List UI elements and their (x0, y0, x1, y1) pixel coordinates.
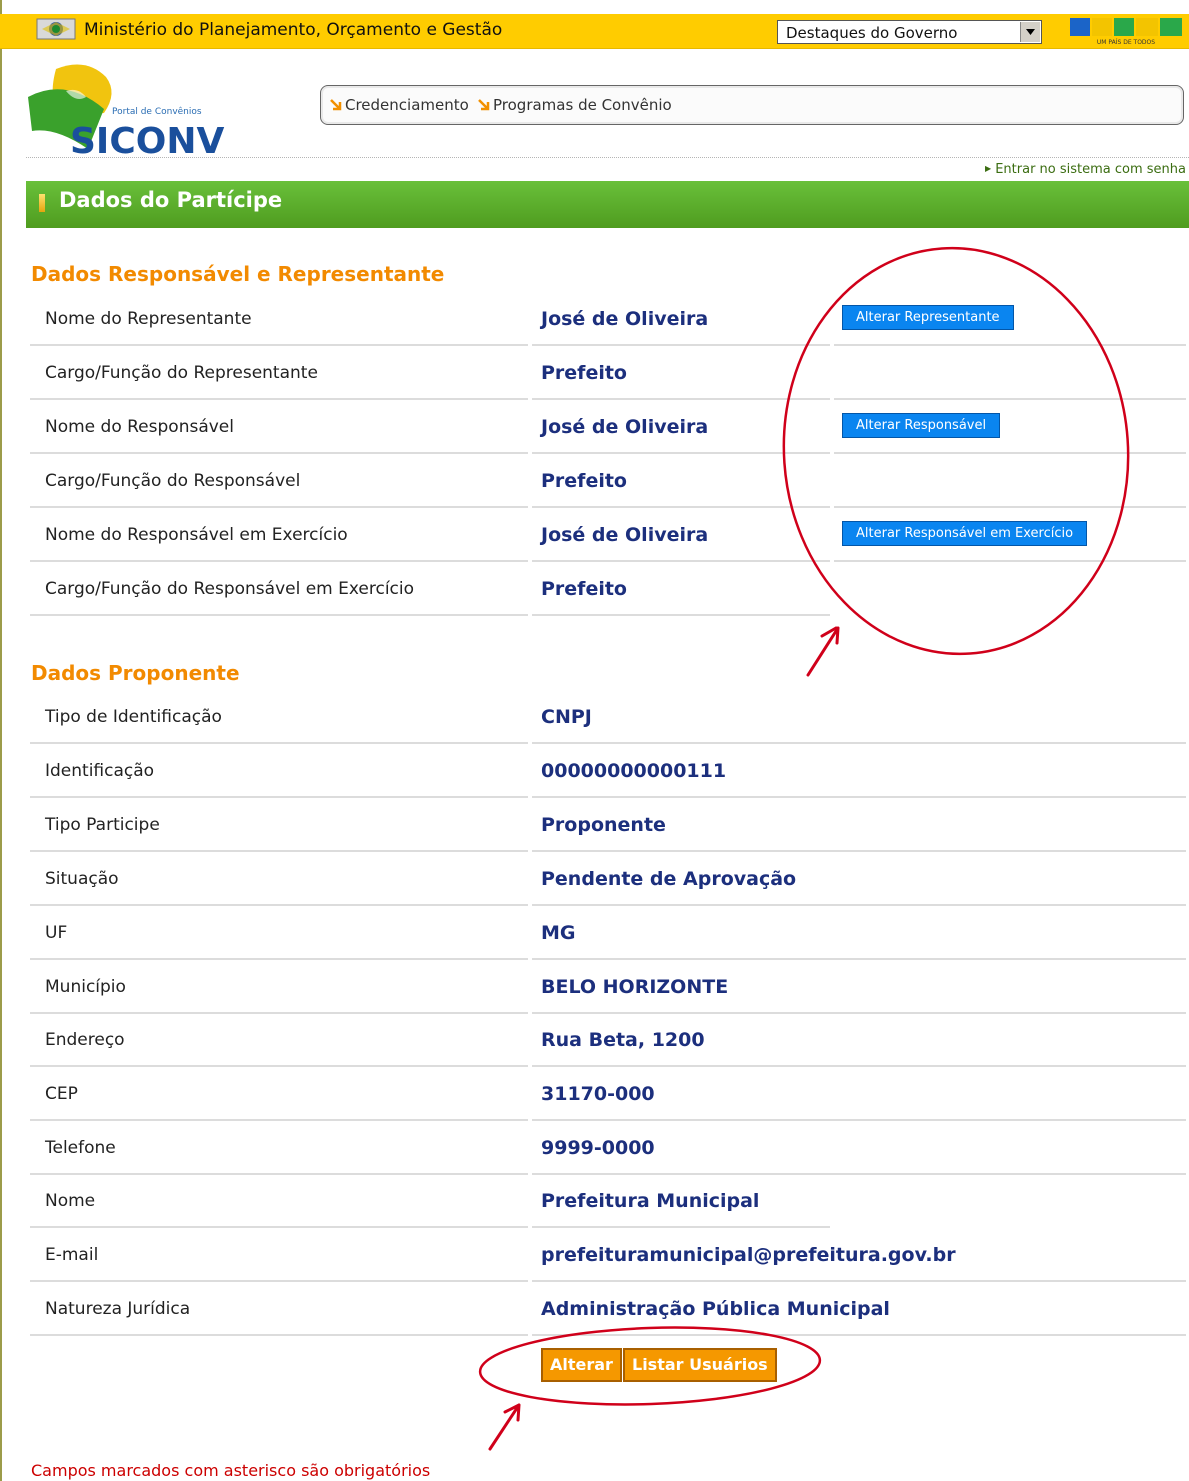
field-label: UF (45, 923, 68, 943)
siconv-logo[interactable]: Portal de Convênios SICONV (26, 57, 226, 157)
field-row-nome-responsavel: Nome do Responsável José de Oliveira Alt… (30, 400, 1186, 454)
field-label: Cargo/Função do Responsável (45, 471, 301, 491)
field-row-tipo-participe: Tipo Participe Proponente (30, 798, 1186, 852)
header-divider (26, 157, 1189, 158)
field-value: Proponente (541, 814, 666, 836)
government-bar: Ministério do Planejamento, Orçamento e … (0, 14, 1189, 49)
proponente-section-title: Dados Proponente (31, 661, 240, 685)
field-value: Rua Beta, 1200 (541, 1029, 705, 1051)
ministry-title: Ministério do Planejamento, Orçamento e … (84, 20, 503, 40)
row-divider (532, 614, 830, 616)
field-label: Tipo Participe (45, 815, 160, 835)
field-value: Pendente de Aprovação (541, 868, 797, 890)
field-label: Situação (45, 869, 119, 889)
responsavel-section-title: Dados Responsável e Representante (31, 262, 445, 286)
alterar-responsavel-button[interactable]: Alterar Responsável (842, 413, 1001, 438)
field-value: BELO HORIZONTE (541, 976, 729, 998)
field-value: MG (541, 922, 576, 944)
alterar-representante-button[interactable]: Alterar Representante (842, 305, 1014, 330)
field-row-nome-representante: Nome do Representante José de Oliveira A… (30, 292, 1186, 346)
field-value: 31170-000 (541, 1083, 655, 1105)
field-label: Tipo de Identificação (45, 707, 222, 727)
field-value: Prefeitura Municipal (541, 1190, 760, 1212)
field-label: CEP (45, 1084, 78, 1104)
field-label: E-mail (45, 1245, 99, 1265)
brasil-tagline: UM PAÍS DE TODOS (1097, 39, 1155, 46)
field-label: Endereço (45, 1030, 125, 1050)
page-title: Dados do Partícipe (59, 188, 283, 212)
government-highlights-select[interactable]: Destaques do Governo (777, 20, 1042, 44)
field-label: Telefone (45, 1138, 116, 1158)
field-label: Nome (45, 1191, 96, 1211)
field-label: Identificação (45, 761, 155, 781)
field-label: Nome do Responsável em Exercício (45, 525, 348, 545)
logo-name: SICONV (70, 121, 224, 157)
field-row-tipo-identificacao: Tipo de Identificação CNPJ (30, 690, 1186, 744)
field-row-situacao: Situação Pendente de Aprovação (30, 852, 1186, 906)
field-value: prefeituramunicipal@prefeitura.gov.br (541, 1244, 956, 1266)
field-value: Prefeito (541, 470, 627, 492)
field-label: Município (45, 977, 126, 997)
nav-credenciamento-label: Credenciamento (345, 96, 469, 114)
chevron-down-icon[interactable] (1020, 22, 1040, 42)
login-link[interactable]: ▶ Entrar no sistema com senha (985, 162, 1186, 177)
field-value: CNPJ (541, 706, 592, 728)
nav-credenciamento[interactable]: Credenciamento (330, 96, 469, 114)
row-divider (30, 614, 528, 616)
field-row-uf: UF MG (30, 906, 1186, 960)
select-value: Destaques do Governo (786, 24, 958, 42)
alterar-button[interactable]: Alterar (541, 1348, 622, 1382)
required-fields-note: Campos marcados com asterisco são obriga… (31, 1461, 431, 1480)
brazil-coat-of-arms-icon (36, 18, 76, 40)
field-value: Prefeito (541, 362, 627, 384)
field-row-telefone: Telefone 9999-0000 (30, 1121, 1186, 1175)
nav-programas-de-convenio[interactable]: Programas de Convênio (478, 96, 672, 114)
field-label: Nome do Responsável (45, 417, 234, 437)
field-value: José de Oliveira (541, 524, 709, 546)
field-row-nome-responsavel-exercicio: Nome do Responsável em Exercício José de… (30, 508, 1186, 562)
field-row-nome: Nome Prefeitura Municipal (30, 1174, 1186, 1228)
field-row-municipio: Município BELO HORIZONTE (30, 960, 1186, 1014)
field-row-natureza-juridica: Natureza Jurídica Administração Pública … (30, 1282, 1186, 1336)
orange-arrow-icon (478, 99, 490, 111)
page-title-bar: Dados do Partícipe (26, 181, 1189, 228)
brasil-logo: UM PAÍS DE TODOS (1070, 18, 1182, 46)
triangle-right-icon: ▶ (985, 164, 992, 173)
annotation-arrow-bottom (488, 1403, 521, 1451)
login-link-label: Entrar no sistema com senha (995, 162, 1186, 177)
field-label: Natureza Jurídica (45, 1299, 191, 1319)
field-row-endereco: Endereço Rua Beta, 1200 (30, 1013, 1186, 1067)
field-row-cep: CEP 31170-000 (30, 1067, 1186, 1121)
logo-subtitle: Portal de Convênios (112, 106, 202, 117)
annotation-arrow-top (806, 626, 840, 677)
field-value: José de Oliveira (541, 416, 709, 438)
orange-arrow-icon (330, 99, 342, 111)
row-divider (30, 1334, 528, 1336)
field-value: José de Oliveira (541, 308, 709, 330)
nav-programas-label: Programas de Convênio (493, 96, 672, 114)
field-row-identificacao: Identificação 00000000000111 (30, 744, 1186, 798)
field-value: 00000000000111 (541, 760, 727, 782)
alterar-responsavel-exercicio-button[interactable]: Alterar Responsável em Exercício (842, 521, 1088, 546)
field-label: Cargo/Função do Representante (45, 363, 318, 383)
field-value: 9999-0000 (541, 1137, 655, 1159)
title-marker-icon (39, 194, 45, 212)
field-row-cargo-responsavel-exercicio: Cargo/Função do Responsável em Exercício… (30, 562, 1186, 616)
field-value: Prefeito (541, 578, 627, 600)
field-row-cargo-representante: Cargo/Função do Representante Prefeito (30, 346, 1186, 400)
field-value: Administração Pública Municipal (541, 1298, 890, 1320)
field-label: Nome do Representante (45, 309, 252, 329)
field-label: Cargo/Função do Responsável em Exercício (45, 579, 415, 599)
main-navigation: Credenciamento Programas de Convênio (320, 85, 1184, 125)
field-row-cargo-responsavel: Cargo/Função do Responsável Prefeito (30, 454, 1186, 508)
page-frame-border (0, 0, 2, 1481)
field-row-email: E-mail prefeituramunicipal@prefeitura.go… (30, 1228, 1186, 1282)
row-divider (532, 1334, 1186, 1336)
listar-usuarios-button[interactable]: Listar Usuários (623, 1348, 777, 1382)
